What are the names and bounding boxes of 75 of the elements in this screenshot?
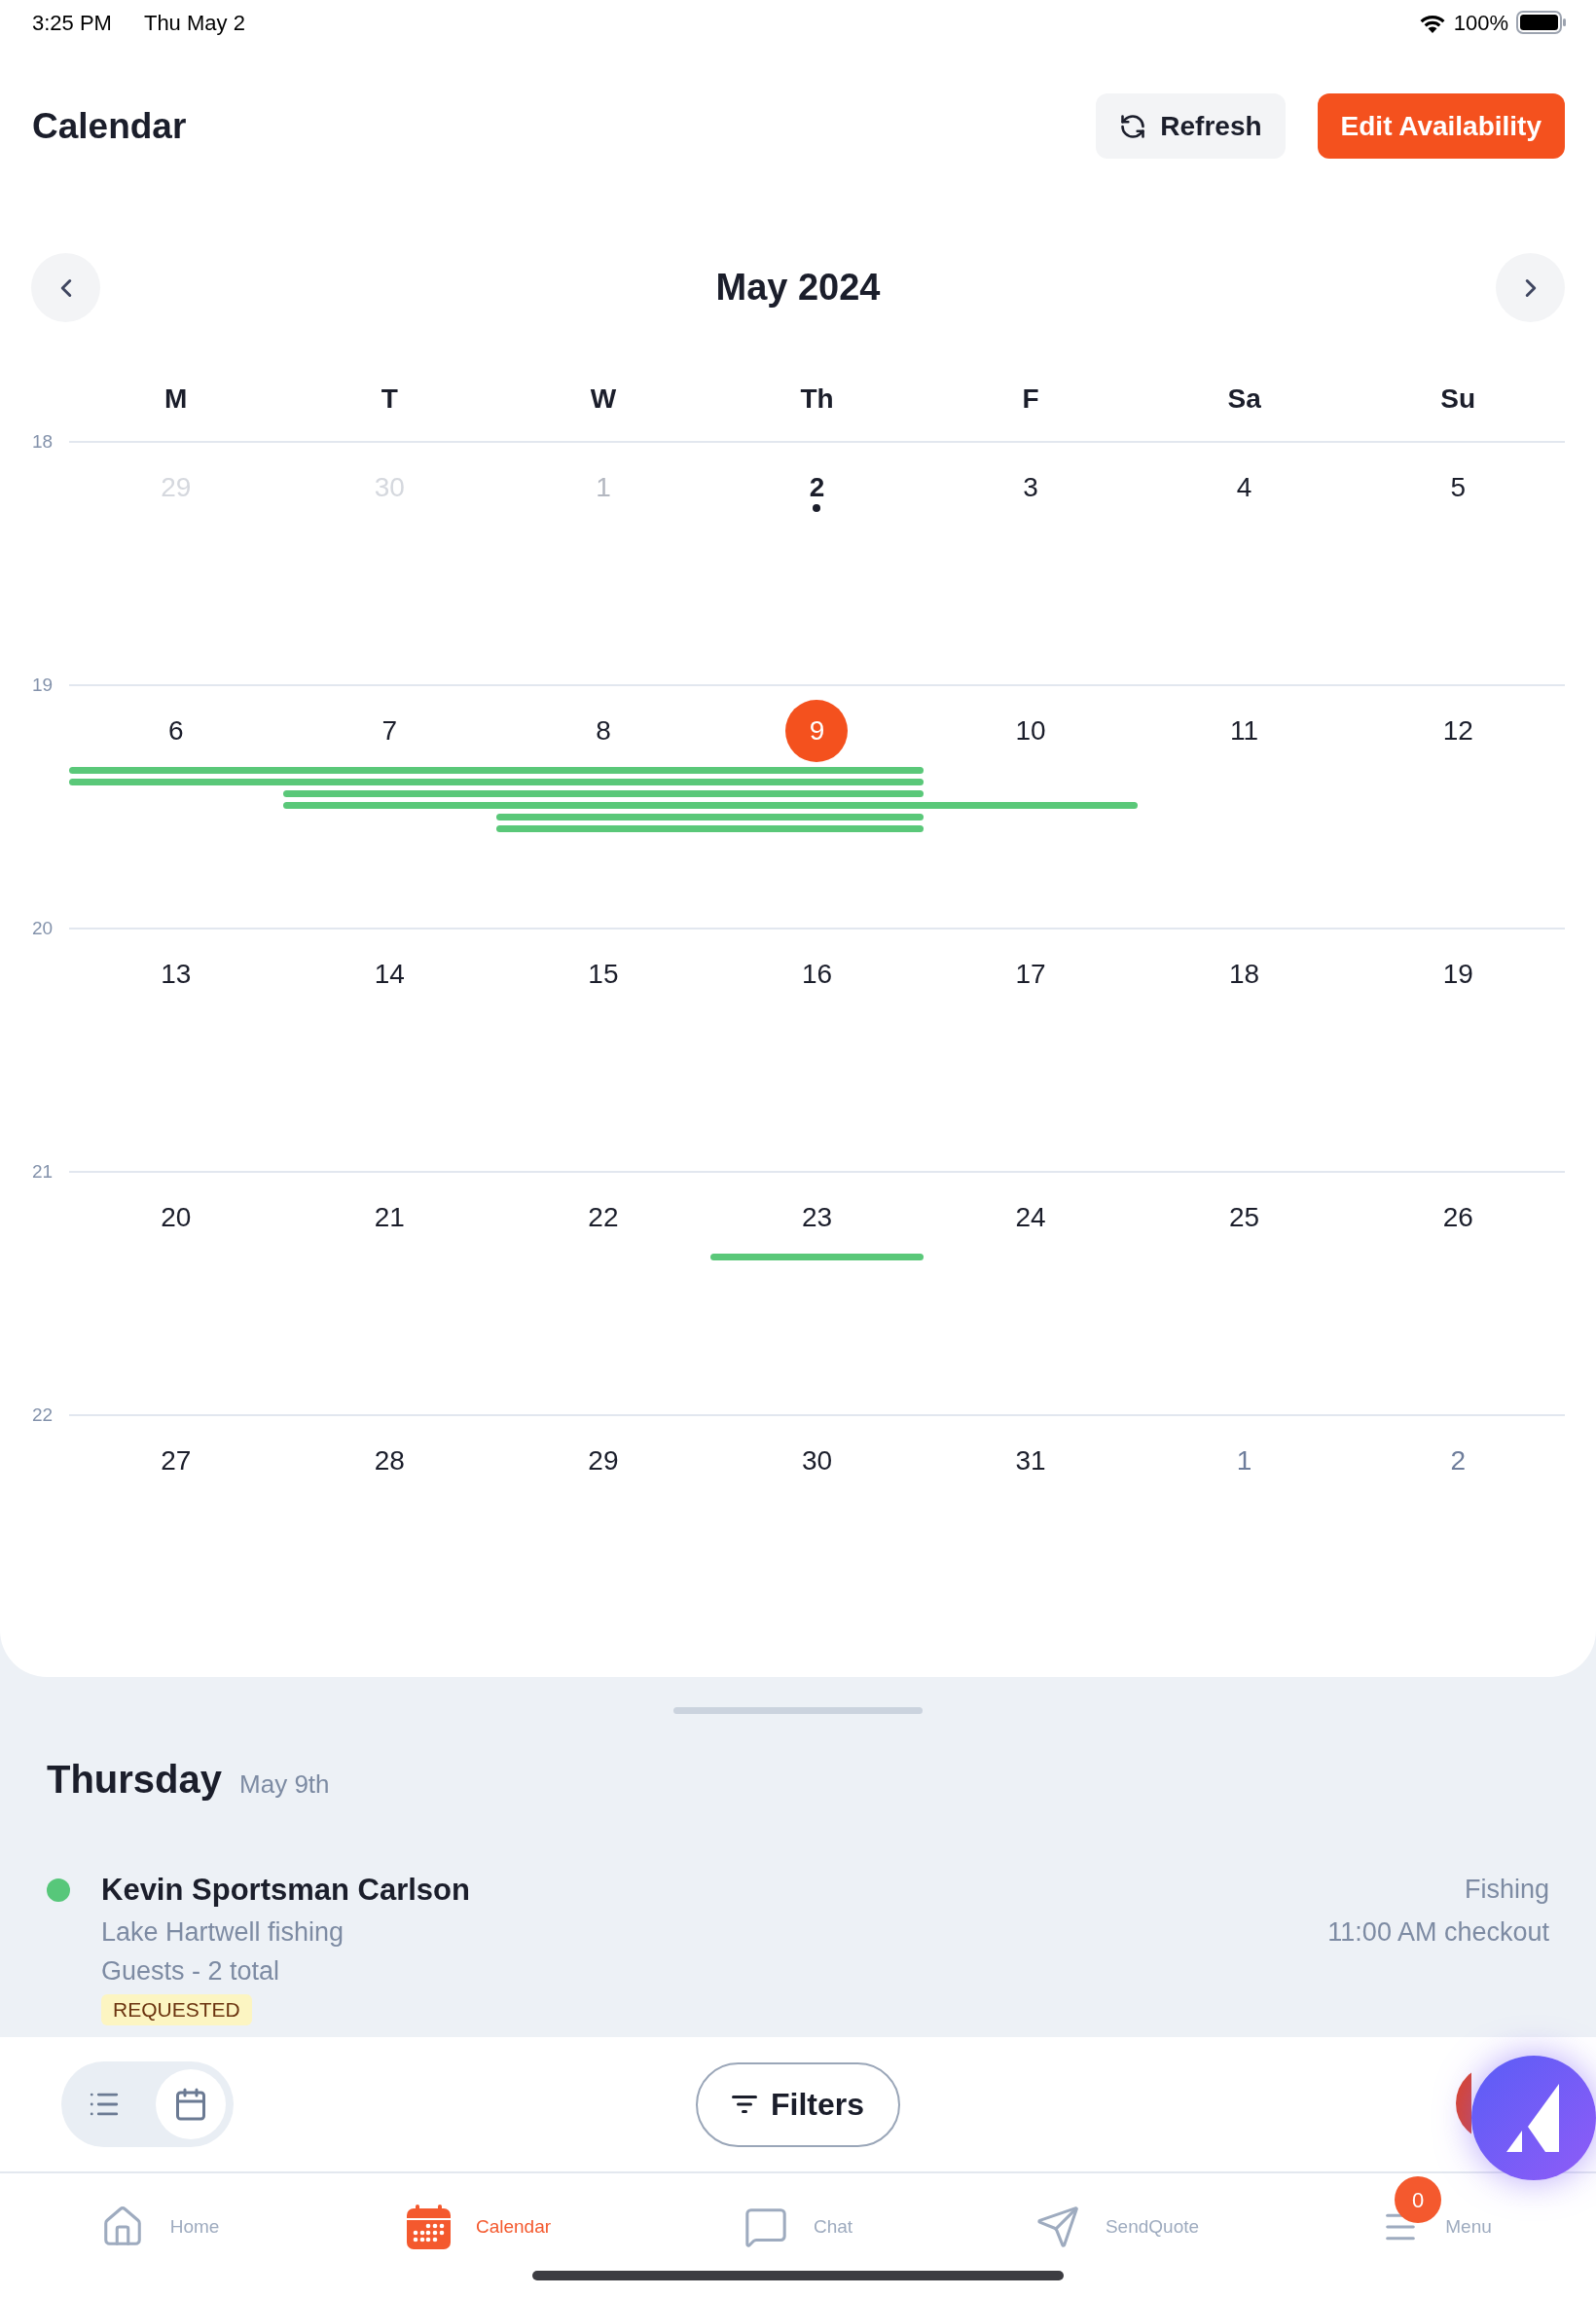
event-bar[interactable] (69, 767, 925, 774)
guest-name: Kevin Sportsman Carlson (101, 1872, 470, 1909)
date-button[interactable]: 21 (374, 1201, 405, 1234)
filters-button[interactable]: Filters (696, 2061, 900, 2147)
date-button[interactable]: 30 (801, 1444, 833, 1477)
weekday-label: Th (800, 383, 834, 415)
date-button[interactable]: 27 (161, 1444, 192, 1477)
calendar-icon (173, 2087, 208, 2122)
status-date: Thu May 2 (143, 9, 245, 37)
weekday-label: F (1022, 383, 1039, 415)
date-button[interactable]: 13 (161, 958, 192, 991)
week-number: 18 (32, 432, 54, 452)
event-bar[interactable] (282, 802, 1138, 809)
calendar-view-button[interactable] (156, 2069, 226, 2139)
weekday-label: Su (1440, 383, 1476, 415)
date-button[interactable]: 25 (1229, 1201, 1260, 1234)
date-button[interactable]: 18 (1229, 958, 1260, 991)
filter-icon (731, 2096, 757, 2113)
weekday-label: T (381, 383, 398, 415)
week-number: 19 (32, 675, 54, 695)
date-button[interactable]: 12 (1442, 714, 1473, 747)
weekday-label: W (590, 383, 617, 415)
event-bar[interactable] (69, 779, 925, 785)
date-button[interactable]: 7 (381, 714, 398, 747)
date-button[interactable]: 8 (596, 714, 611, 747)
date-button[interactable]: 22 (588, 1201, 619, 1234)
trip-type: Fishing (1464, 1874, 1549, 1906)
date-button[interactable]: 14 (374, 958, 405, 991)
week-number: 21 (32, 1162, 54, 1182)
date-button[interactable]: 23 (801, 1201, 833, 1234)
week-number: 22 (32, 1405, 54, 1425)
calendar-icon (406, 2205, 451, 2249)
day-date: May 9th (239, 1768, 330, 1801)
date-button[interactable]: 24 (1015, 1201, 1046, 1234)
date-button[interactable]: 11 (1230, 714, 1259, 747)
drag-handle[interactable] (673, 1707, 923, 1714)
page-title: Calendar (32, 104, 187, 148)
week-number: 20 (32, 919, 54, 938)
month-title: May 2024 (715, 266, 881, 310)
date-button[interactable]: 29 (588, 1444, 619, 1477)
event-bar[interactable] (709, 1254, 925, 1260)
notification-badge: 0 (1395, 2176, 1442, 2223)
battery-percentage: 100% (1453, 9, 1508, 37)
refresh-icon (1119, 112, 1147, 140)
status-badge: REQUESTED (101, 1994, 252, 2025)
checkout-time: 11:00 AM checkout (1327, 1916, 1549, 1949)
day-heading: Thursday (47, 1757, 223, 1803)
date-button[interactable]: 2 (809, 471, 825, 504)
status-time: 3:25 PM (32, 9, 112, 37)
event-bar[interactable] (496, 825, 925, 832)
date-button[interactable]: 20 (161, 1201, 192, 1234)
logo-icon (1506, 2084, 1561, 2152)
date-button[interactable]: 17 (1015, 958, 1046, 991)
date-button[interactable]: 19 (1442, 958, 1473, 991)
date-button[interactable]: 15 (588, 958, 619, 991)
date-button[interactable]: 10 (1015, 714, 1046, 747)
date-button[interactable]: 2 (1450, 1444, 1466, 1477)
weekday-label: Sa (1227, 383, 1261, 415)
refresh-button[interactable]: Refresh (1096, 93, 1286, 159)
paper-plane-icon (1034, 2205, 1080, 2249)
date-button[interactable]: 16 (801, 958, 833, 991)
date-button[interactable]: 26 (1442, 1201, 1473, 1234)
weekday-label: M (164, 383, 188, 415)
date-button[interactable]: 6 (168, 714, 184, 747)
event-bar[interactable] (496, 814, 925, 820)
event-bar[interactable] (282, 790, 925, 797)
date-button[interactable]: 3 (1023, 471, 1038, 504)
date-button[interactable]: 31 (1015, 1444, 1046, 1477)
date-button[interactable]: 1 (1236, 1444, 1252, 1477)
date-button[interactable]: 5 (1450, 471, 1466, 504)
date-button[interactable]: 4 (1236, 471, 1252, 504)
trip-name: Lake Hartwell fishing (101, 1916, 345, 1949)
battery-icon (1516, 11, 1567, 34)
date-button[interactable]: 28 (374, 1444, 405, 1477)
guest-count: Guests - 2 total (101, 1955, 280, 1987)
